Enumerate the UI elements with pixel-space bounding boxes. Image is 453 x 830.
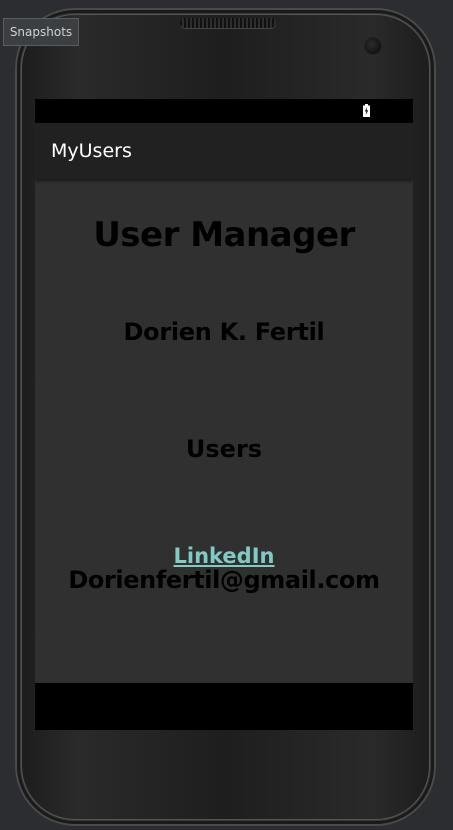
- email-text[interactable]: Dorienfertil@gmail.com: [35, 566, 413, 594]
- battery-charging-icon: [363, 104, 370, 117]
- app-title: MyUsers: [51, 140, 132, 162]
- device-screen: MyUsers User Manager Dorien K. Fertil Us…: [35, 99, 413, 730]
- front-camera: [365, 38, 381, 54]
- linkedin-link[interactable]: LinkedIn: [35, 544, 413, 568]
- main-content: User Manager Dorien K. Fertil Users Link…: [35, 179, 413, 683]
- speaker-grille: [180, 18, 276, 28]
- users-button[interactable]: Users: [35, 435, 413, 463]
- status-bar: [35, 99, 413, 123]
- page-heading: User Manager: [93, 215, 355, 255]
- navigation-bar: [35, 683, 413, 730]
- user-name: Dorien K. Fertil: [123, 318, 325, 346]
- app-bar: MyUsers: [35, 123, 413, 179]
- snapshots-button[interactable]: Snapshots: [3, 18, 79, 46]
